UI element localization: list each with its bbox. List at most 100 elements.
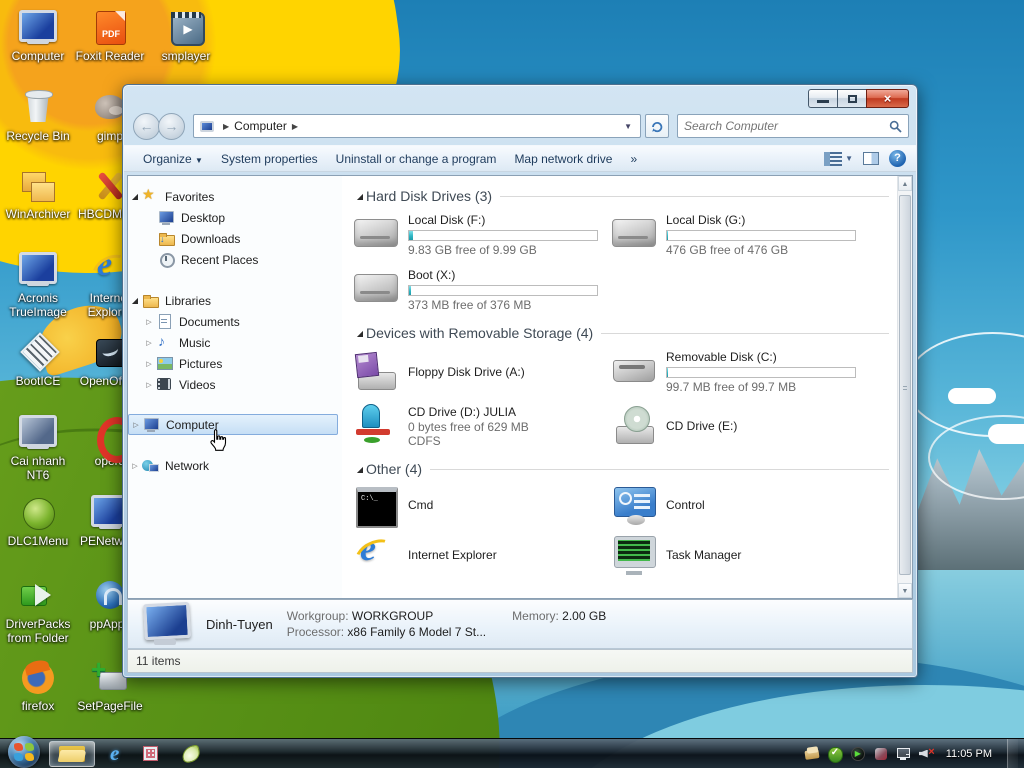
item-tile-internet-explorer[interactable]: e Internet Explorer [349,528,610,580]
sidebar-item-favorites[interactable]: ◢Favorites [128,186,342,207]
drive-tile-x[interactable]: Boot (X:) 373 MB free of 376 MB [352,262,610,317]
help-button[interactable]: ? [889,150,906,167]
libraries-icon [142,293,159,308]
item-tile-cmd[interactable]: Cmd [352,480,610,530]
title-bar[interactable]: × [123,85,917,109]
expander-collapsed-icon[interactable]: ▷ [142,381,156,389]
minimize-button[interactable] [808,89,837,108]
uninstall-program-button[interactable]: Uninstall or change a program [327,148,506,170]
pinned-app-icon [180,743,202,764]
navigation-pane: ◢Favorites Desktop Downloads Recent Plac… [128,176,342,598]
desktop-icon-firefox[interactable]: firefox [0,660,76,713]
desktop-icon-acronis[interactable]: Acronis TrueImage [0,252,76,319]
sidebar-item-desktop[interactable]: Desktop [128,207,342,228]
show-desktop-button[interactable] [1007,738,1018,768]
search-box[interactable] [677,114,909,138]
taskbar-explorer-button[interactable] [49,740,95,767]
address-bar[interactable]: ▶ Computer ▶ ▼ [193,114,641,138]
forward-button[interactable]: → [158,112,185,140]
toolbar-overflow-button[interactable]: » [621,148,646,170]
scrollbar-thumb[interactable] [899,195,911,575]
preview-pane-button[interactable] [863,152,879,165]
desktop-icon-recycle-bin[interactable]: Recycle Bin [0,90,76,143]
desktop-icon-label: SetPageFile [77,699,143,713]
system-properties-button[interactable]: System properties [212,148,327,170]
item-tile-task-manager[interactable]: Task Manager [610,530,868,580]
item-tile-control[interactable]: Control [610,480,868,530]
expander-collapsed-icon[interactable]: ▷ [129,421,143,429]
breadcrumb-computer[interactable]: Computer [234,119,287,133]
desktop-icon-driverpacks[interactable]: DriverPacks from Folder [0,578,76,645]
desktop-icon-foxit[interactable]: Foxit Reader [72,10,148,63]
hard-disk-icon [354,212,400,252]
breadcrumb-arrow-icon[interactable]: ▶ [292,122,298,131]
address-dropdown-icon[interactable]: ▼ [620,122,636,131]
desktop-icon-computer[interactable]: Computer [0,10,76,63]
breadcrumb-arrow-icon: ▶ [223,121,230,131]
drive-tile-d[interactable]: CD Drive (D:) JULIA 0 bytes free of 629 M… [352,399,610,453]
taskbar-clock[interactable]: 11:05 PM [942,748,1000,760]
scroll-up-icon[interactable]: ▲ [898,176,912,191]
desktop-icon-winarchiver[interactable]: WinArchiver [0,168,76,221]
refresh-icon [652,121,663,133]
drive-tile-e[interactable]: CD Drive (E:) [610,399,868,453]
tray-hardware-icon[interactable] [804,746,820,762]
tray-security-shield-icon[interactable] [827,746,843,763]
maximize-icon [847,94,857,103]
sidebar-item-libraries[interactable]: ◢ Libraries [128,290,342,311]
tray-volume-muted-icon[interactable] [919,746,934,762]
desktop-icon-smplayer[interactable]: smplayer [148,10,224,63]
expander-collapsed-icon[interactable]: ▷ [128,462,142,470]
expander-collapsed-icon[interactable]: ▷ [142,339,156,347]
expander-expanded-icon[interactable]: ◢ [128,296,142,305]
sidebar-item-downloads[interactable]: Downloads [128,228,342,249]
scroll-down-icon[interactable]: ▼ [898,583,912,598]
refresh-button[interactable] [645,114,669,138]
workgroup-field: Workgroup: WORKGROUP [286,609,434,623]
drive-tile-f[interactable]: Local Disk (F:) 9.83 GB free of 9.99 GB [352,207,610,262]
tray-media-player-icon[interactable] [850,746,866,762]
chevron-down-icon: ▼ [845,154,853,163]
folder-icon [59,744,85,763]
sidebar-item-music[interactable]: ▷Music [128,332,342,353]
sidebar-item-videos[interactable]: ▷ Videos [128,374,342,395]
group-header-removable[interactable]: ◢ Devices with Removable Storage (4) [352,321,895,344]
sidebar-item-network[interactable]: ▷ Network [128,455,342,476]
back-button[interactable]: ← [133,112,160,140]
search-icon [889,120,902,133]
tray-network-icon[interactable] [896,746,912,762]
sidebar-item-documents[interactable]: ▷ Documents [128,311,342,332]
drive-tile-c[interactable]: Removable Disk (C:) 99.7 MB free of 99.7 … [610,344,868,399]
minimize-icon [817,100,829,103]
taskbar-pinned-app[interactable] [134,741,167,767]
desktop-icon-bootice[interactable]: BootICE [0,335,76,388]
taskbar-pinned-app[interactable] [173,741,209,767]
expander-expanded-icon[interactable]: ◢ [128,192,142,201]
window-client-area: ◢Favorites Desktop Downloads Recent Plac… [127,175,913,599]
expander-collapsed-icon[interactable]: ▷ [142,318,156,326]
sidebar-item-recent-places[interactable]: Recent Places [128,249,342,270]
search-input[interactable] [684,119,889,133]
expander-collapsed-icon[interactable]: ▷ [142,360,156,368]
scrollbar-track[interactable] [898,191,912,583]
drive-tile-a[interactable]: Floppy Disk Drive (A:) [352,344,610,399]
sidebar-item-computer[interactable]: ▷ Computer [128,414,338,435]
group-header-hard-disks[interactable]: ◢ Hard Disk Drives (3) [352,184,895,207]
sidebar-item-pictures[interactable]: ▷ Pictures [128,353,342,374]
close-button[interactable]: × [866,89,909,108]
taskbar-ie-button[interactable]: e [101,741,128,767]
tray-usb-icon[interactable] [873,746,889,762]
organize-button[interactable]: Organize ▼ [134,148,212,170]
map-network-drive-button[interactable]: Map network drive [505,148,621,170]
desktop-icon-dlc1menu[interactable]: DLC1Menu [0,495,76,548]
desktop-icon-cai-nhanh-nt6[interactable]: Cai nhanh NT6 [0,415,76,482]
start-button[interactable] [8,735,40,768]
maximize-button[interactable] [837,89,866,108]
change-view-button[interactable]: ▼ [824,151,853,166]
drive-tile-g[interactable]: Local Disk (G:) 476 GB free of 476 GB [610,207,868,262]
group-header-other[interactable]: ◢ Other (4) [352,457,895,480]
floppy-diamond-icon [17,335,59,371]
recent-places-icon [158,252,175,268]
vertical-scrollbar[interactable]: ▲ ▼ [897,176,912,598]
pictures-icon [156,356,173,371]
